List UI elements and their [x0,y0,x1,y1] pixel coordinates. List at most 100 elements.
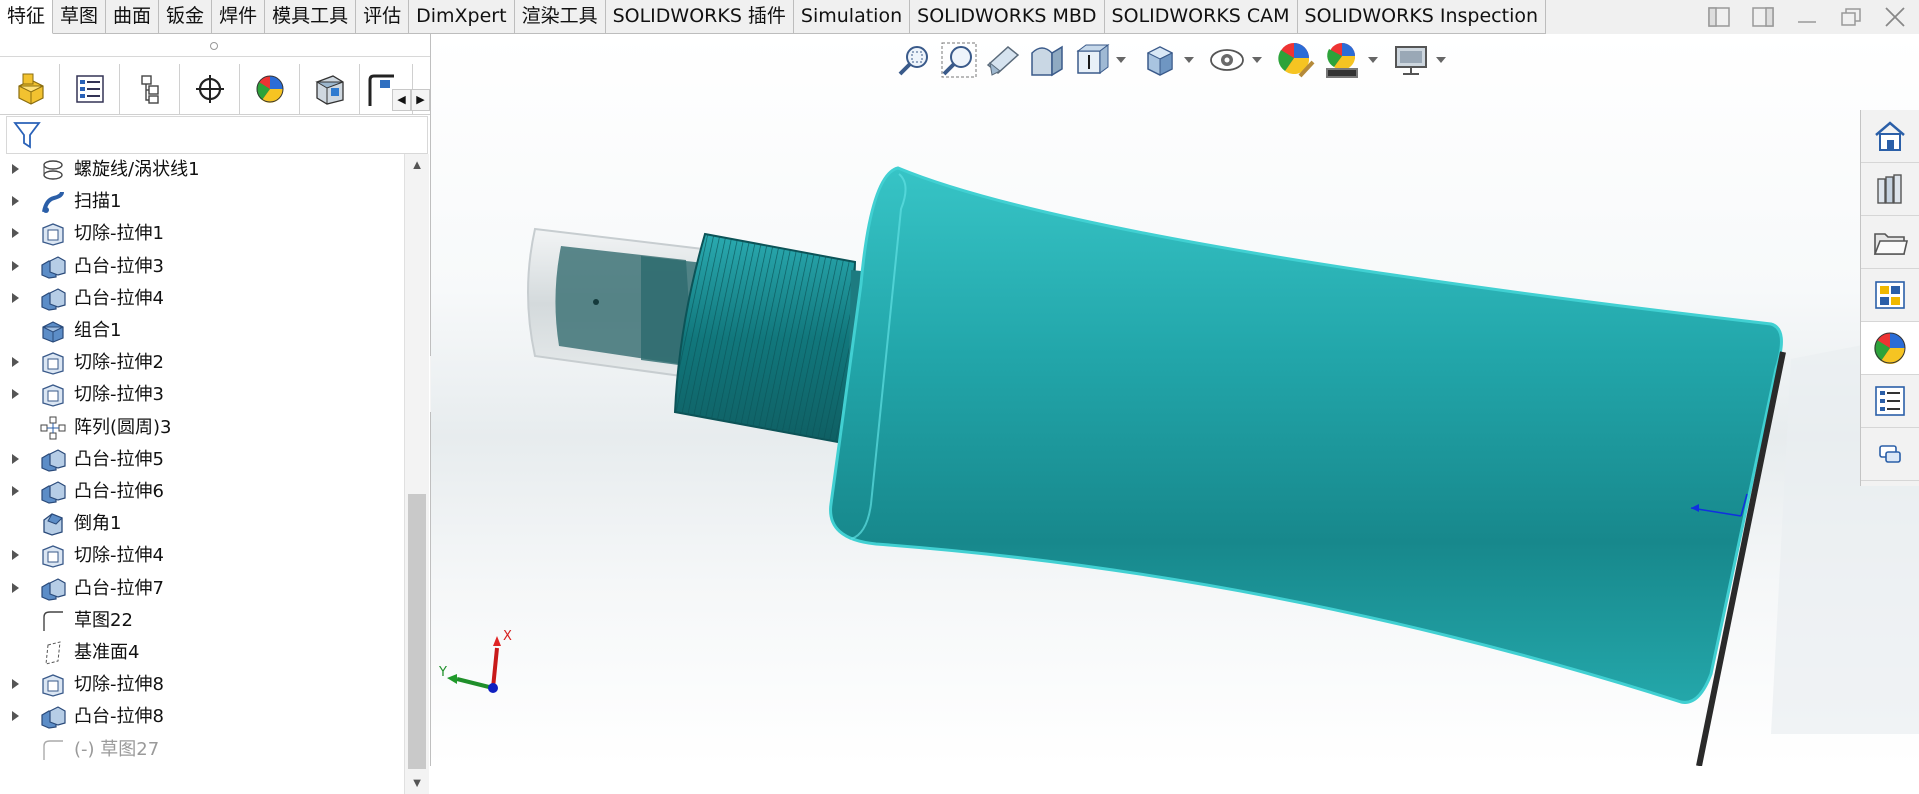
tile-left-icon[interactable] [1705,3,1733,31]
filter-icon[interactable] [13,120,41,150]
ribbon-tab[interactable]: SOLIDWORKS CAM [1104,0,1298,34]
boss-extrude-icon [40,287,66,311]
restore-icon[interactable] [1837,3,1865,31]
tree-node-label: (-) 草图27 [74,738,160,760]
propertymanager-icon[interactable] [60,64,120,114]
panel-grip[interactable] [0,34,430,57]
tree-node-label: 切除-拉伸1 [74,223,164,245]
tree-node-label: 倒角1 [74,513,122,535]
expand-arrow-icon[interactable] [12,357,19,368]
expand-arrow-icon[interactable] [12,196,19,207]
appearances-scenes-icon[interactable] [1861,322,1919,375]
expand-arrow-icon[interactable] [12,228,19,239]
file-explorer-icon[interactable] [1861,216,1919,269]
tree-node[interactable]: 草图22 [0,605,405,637]
featuremanager-icon[interactable] [0,64,60,114]
tree-node-label: 凸台-拉伸7 [74,577,164,599]
tree-filter[interactable] [6,116,428,154]
cut-extrude-icon [40,222,66,247]
tree-node[interactable]: 阵列(圆周)3 [0,412,405,444]
tree-node[interactable]: 切除-拉伸8 [0,669,405,701]
feature-manager-panel: ◀ ▶ 螺旋线/涡状线1 扫描1 切除-拉伸1 凸台-拉伸3 凸台-拉伸4 组合1 切除-拉… [0,34,431,794]
ribbon-tab[interactable]: 模具工具 [265,0,357,34]
tree-node[interactable]: 基准面4 [0,637,405,669]
view-palette-icon[interactable] [1861,269,1919,322]
ribbon-tab[interactable]: 渲染工具 [514,0,606,34]
tree-node[interactable]: 扫描1 [0,186,405,218]
ribbon-tab[interactable]: SOLIDWORKS 插件 [605,0,794,34]
tree-node[interactable]: 倒角1 [0,508,405,540]
ribbon-tab[interactable]: SOLIDWORKS Inspection [1297,0,1547,34]
tree-node[interactable]: 螺旋线/涡状线1 [0,154,405,186]
tile-right-icon[interactable] [1749,3,1777,31]
plane-icon [40,641,66,665]
expand-arrow-icon[interactable] [12,453,19,464]
reference-triad: X Y [438,629,512,693]
scroll-down-icon[interactable]: ▼ [410,776,424,790]
tree-node[interactable]: 组合1 [0,315,405,347]
display-manager-icon[interactable] [240,64,300,114]
ribbon-tab[interactable]: 草图 [53,0,107,34]
scroll-thumb[interactable] [408,494,426,769]
custom-properties-icon[interactable] [1861,375,1919,428]
tree-node-label: 阵列(圆周)3 [74,416,172,438]
tree-node[interactable]: 凸台-拉伸8 [0,701,405,733]
configurationmanager-icon[interactable] [120,64,180,114]
3d-model[interactable] [431,34,1919,766]
circular-pattern-icon [40,416,66,440]
solidworks-resources-icon[interactable] [1861,110,1919,163]
tree-node-label: 基准面4 [74,642,140,663]
dimxpert-icon[interactable] [180,64,240,114]
tree-node[interactable]: 切除-拉伸4 [0,540,405,572]
ribbon-tab[interactable]: 焊件 [212,0,266,34]
close-icon[interactable] [1881,3,1909,31]
ribbon-tab[interactable]: 评估 [356,0,410,34]
ribbon-tabs: 特征 草图 曲面 钣金 焊件 模具工具 评估 DimXpert 渲染工具 SOLIDWORKS 插… [0,0,1547,34]
tree-node-label: 切除-拉伸3 [74,384,164,406]
ribbon-tab[interactable]: DimXpert [409,0,515,34]
expand-arrow-icon[interactable] [12,486,19,496]
tree-node[interactable]: (-) 草图27 [0,734,405,766]
scroll-left-icon[interactable]: ◀ [392,89,411,111]
ribbon-tab[interactable]: 钣金 [159,0,213,34]
tree-node[interactable]: 凸台-拉伸7 [0,573,405,605]
cut-extrude-icon [40,383,66,408]
tree-node[interactable]: 凸台-拉伸4 [0,283,405,315]
tree-node-label: 凸台-拉伸5 [74,448,164,470]
expand-arrow-icon[interactable] [12,582,19,593]
tree-node[interactable]: 凸台-拉伸5 [0,444,405,476]
graphics-area[interactable]: X Y [431,34,1919,766]
expand-arrow-icon[interactable] [12,292,19,303]
ribbon-tab[interactable]: SOLIDWORKS MBD [910,0,1105,34]
ribbon-tab[interactable]: 特征 [0,0,54,34]
ribbon-tab[interactable]: 曲面 [106,0,160,34]
expand-arrow-icon[interactable] [12,550,19,561]
tree-node[interactable]: 凸台-拉伸3 [0,251,405,283]
triad-y-label: Y [438,665,447,680]
expand-arrow-icon[interactable] [12,711,19,722]
scroll-up-icon[interactable]: ▲ [410,158,424,172]
feature-tree: 螺旋线/涡状线1 扫描1 切除-拉伸1 凸台-拉伸3 凸台-拉伸4 组合1 切除-拉伸2 切除… [0,154,405,760]
expand-arrow-icon[interactable] [12,260,19,271]
tree-node-label: 草图22 [74,609,133,631]
boss-extrude-icon [40,480,66,504]
forum-icon[interactable] [1861,428,1919,481]
expand-arrow-icon[interactable] [12,389,19,400]
tree-node[interactable]: 凸台-拉伸6 [0,476,405,508]
scroll-right-icon[interactable]: ▶ [411,89,430,111]
tree-node[interactable]: 切除-拉伸2 [0,347,405,379]
combine-icon [40,319,66,343]
expand-arrow-icon[interactable] [12,164,19,174]
cut-extrude-icon [40,351,66,375]
minimize-icon[interactable] [1793,3,1821,31]
cam-manager-icon[interactable] [300,64,360,114]
cut-extrude-icon [40,673,66,697]
tree-node[interactable]: 切除-拉伸3 [0,379,405,411]
boss-extrude-icon [40,577,66,601]
ribbon-tab[interactable]: Simulation [793,0,911,34]
tree-scrollbar[interactable]: ▲ ▼ [404,154,429,794]
expand-arrow-icon[interactable] [12,679,19,690]
design-library-icon[interactable] [1861,163,1919,216]
tree-node[interactable]: 切除-拉伸1 [0,218,405,250]
command-manager-tabbar: 特征 草图 曲面 钣金 焊件 模具工具 评估 DimXpert 渲染工具 SOLIDWORKS 插… [0,0,1919,35]
